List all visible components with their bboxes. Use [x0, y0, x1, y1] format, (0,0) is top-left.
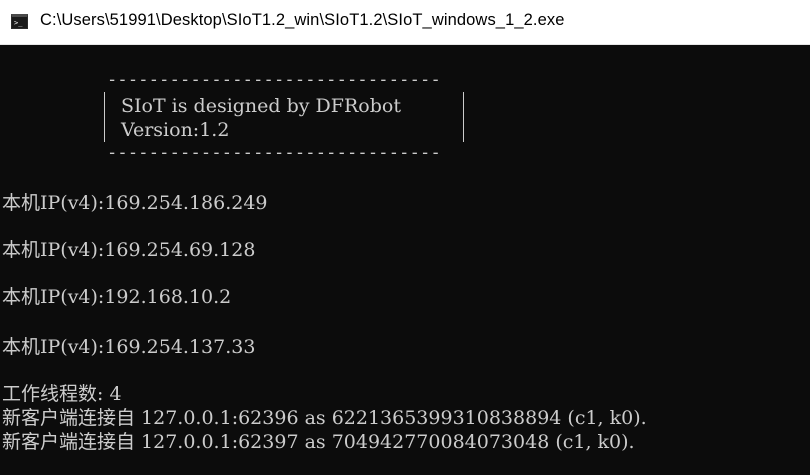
worker-thread-count: 工作线程数: 4 — [2, 383, 122, 405]
banner-left-border — [104, 92, 105, 142]
ip-line: 本机IP(v4):169.254.137.33 — [2, 336, 256, 358]
banner-line-designer: SIoT is designed by DFRobot — [121, 95, 401, 117]
console-icon: >_ — [11, 14, 28, 29]
ip-line: 本机IP(v4):192.168.10.2 — [2, 286, 232, 308]
client-connect-line: 新客户端连接自 127.0.0.1:62397 as 7049427700840… — [2, 431, 635, 453]
banner-bottom-rule: -------------------------------- — [107, 143, 441, 163]
client-connect-line: 新客户端连接自 127.0.0.1:62396 as 6221365399310… — [2, 407, 647, 429]
title-bar[interactable]: >_ C:\Users\51991\Desktop\SIoT1.2_win\SI… — [0, 0, 810, 45]
ip-line: 本机IP(v4):169.254.186.249 — [2, 192, 268, 214]
banner-top-rule: -------------------------------- — [107, 70, 441, 90]
banner-right-border — [463, 92, 464, 142]
banner-line-version: Version:1.2 — [121, 119, 230, 141]
console-output[interactable]: -------------------------------- SIoT is… — [0, 45, 810, 475]
console-window: >_ C:\Users\51991\Desktop\SIoT1.2_win\SI… — [0, 0, 810, 475]
ip-line: 本机IP(v4):169.254.69.128 — [2, 239, 256, 261]
window-title: C:\Users\51991\Desktop\SIoT1.2_win\SIoT1… — [40, 11, 565, 29]
